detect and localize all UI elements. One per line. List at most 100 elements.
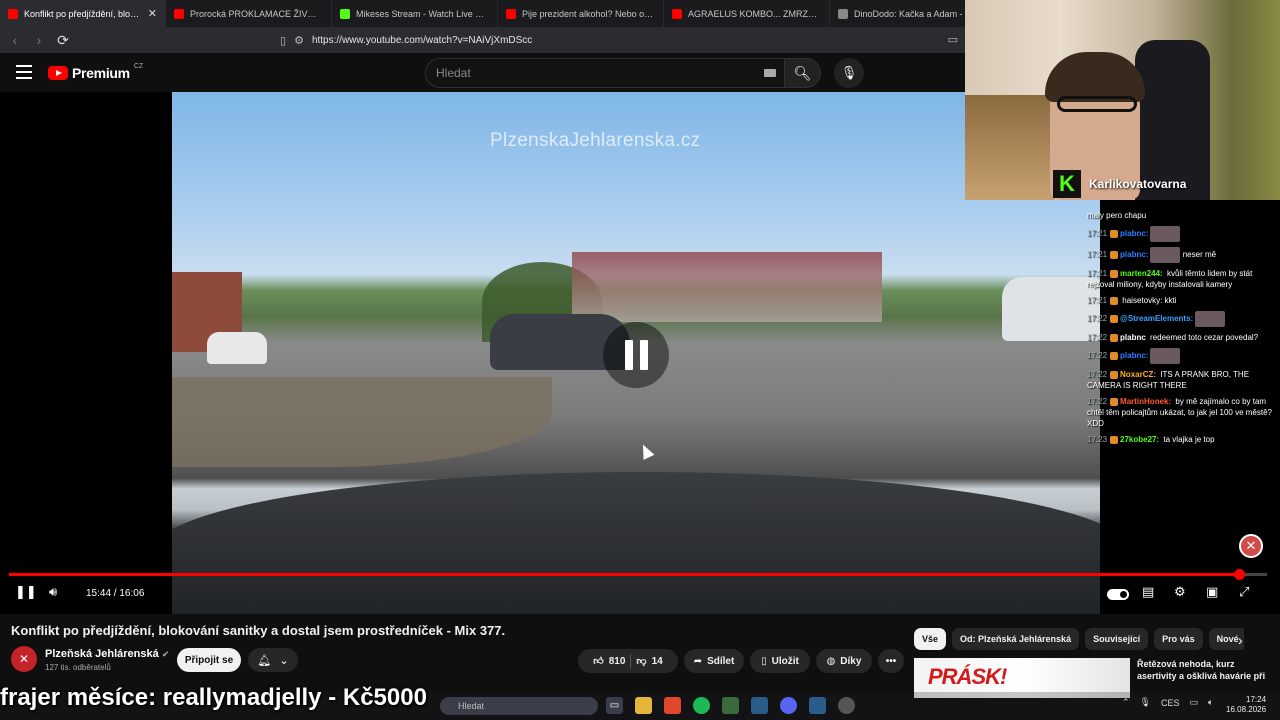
thanks-button[interactable]: ◍ Díky	[816, 649, 872, 673]
discord-icon[interactable]	[780, 697, 797, 714]
settings-app-icon[interactable]	[838, 697, 855, 714]
bookmark-icon[interactable]: ▯	[280, 34, 286, 47]
share-button[interactable]: ➦ Sdílet	[684, 649, 744, 673]
tray-volume-icon[interactable]: 🔈︎	[1208, 697, 1213, 708]
thanks-label: Díky	[840, 655, 862, 667]
app-icon-3[interactable]	[809, 697, 826, 714]
settings-gear-icon[interactable]: ⚙	[1174, 584, 1186, 600]
spotify-icon[interactable]	[693, 697, 710, 714]
file-explorer-icon[interactable]	[635, 697, 652, 714]
filter-chip[interactable]: Od: Plzeňská Jehlárenská	[952, 628, 1080, 650]
chat-message: 17:22 plabnc:	[1087, 348, 1280, 364]
screen-cast-icon[interactable]: ▭	[948, 33, 958, 46]
task-view-icon[interactable]: ▭	[606, 697, 623, 714]
tray-language[interactable]: CES	[1161, 698, 1180, 708]
browser-tab[interactable]: Konflikt po předjíždění, blokov ✕	[0, 0, 166, 27]
search-input[interactable]: Hledat	[425, 58, 785, 88]
channel-avatar[interactable]: ✕	[11, 646, 37, 672]
like-divider	[630, 654, 632, 668]
browser-tab[interactable]: Mikeses Stream - Watch Live on K	[332, 0, 498, 27]
chat-badge-icon	[1110, 435, 1119, 444]
voice-search-button[interactable]: 🎙︎	[834, 58, 864, 88]
thumbs-up-icon[interactable]: 👍︎	[593, 655, 603, 667]
tray-chevron-up-icon[interactable]: ⌃	[1122, 697, 1130, 708]
thanks-icon: ◍	[826, 655, 836, 667]
chevron-right-icon[interactable]: ›	[1238, 632, 1243, 648]
donor-banner: frajer měsíce: reallymadjelly - Kč5000	[0, 684, 427, 711]
video-title: Konflikt po předjíždění, blokování sanit…	[11, 623, 506, 638]
browser-tab[interactable]: Pije prezident alkohol? Nebo omezil	[498, 0, 664, 27]
back-icon[interactable]: ‹	[8, 32, 22, 48]
site-info-icon[interactable]: ⚙	[294, 34, 304, 47]
keyboard-icon[interactable]	[764, 69, 776, 77]
search-icon: 🔍︎	[793, 64, 812, 81]
chat-badge-icon	[1110, 370, 1119, 379]
tray-network-icon[interactable]: ▭	[1190, 697, 1199, 708]
microphone-icon: 🎙︎	[840, 65, 858, 80]
volume-icon[interactable]: 🔊︎	[49, 584, 57, 600]
chat-emote-icon	[1150, 247, 1181, 263]
chat-username[interactable]: plabnc	[1120, 333, 1146, 342]
big-pause-icon[interactable]	[603, 322, 669, 388]
browser-tab[interactable]: Prorocká PROKLAMACE ŽIVOTA. Chv	[166, 0, 332, 27]
tab-close-icon[interactable]: ✕	[148, 7, 157, 20]
bookmark-save-icon: ▯	[761, 655, 767, 667]
clock-date: 16.08.2026	[1226, 705, 1267, 714]
progress-bar[interactable]	[9, 569, 1267, 580]
miniplayer-icon[interactable]: ▣	[1206, 584, 1218, 600]
pause-icon[interactable]: ❚❚	[15, 584, 37, 600]
time-display: 15:44 / 16:06	[86, 588, 145, 599]
more-actions-button[interactable]: •••	[878, 649, 904, 673]
thumbs-down-icon[interactable]: 👎︎	[636, 655, 646, 667]
webcam-chair	[1135, 40, 1210, 200]
youtube-logo[interactable]: Premium CZ	[48, 63, 143, 81]
chat-username[interactable]: plabnc:	[1120, 250, 1148, 259]
fullscreen-icon[interactable]: ⤢	[1239, 584, 1249, 600]
url-field[interactable]: ▯ ⚙ https://www.youtube.com/watch?v=NAiV…	[280, 34, 532, 47]
taskbar-clock[interactable]: 17:24 16.08.2026	[1226, 695, 1266, 715]
bell-icon: 🔔︎	[257, 654, 272, 667]
chat-username[interactable]: plabnc:	[1120, 351, 1148, 360]
app-icon-2[interactable]	[751, 697, 768, 714]
join-button[interactable]: Připojit se	[177, 648, 241, 672]
save-button[interactable]: ▯ Uložit	[750, 649, 810, 673]
taskbar-search-input[interactable]: Hledat	[440, 697, 598, 715]
like-count[interactable]: 810	[609, 656, 626, 667]
autoplay-toggle[interactable]	[1107, 589, 1129, 600]
browser-tab[interactable]: AGRAELUS KOMBO... ZMRZKA A PO	[664, 0, 830, 27]
filter-chip[interactable]: Vše	[914, 628, 947, 650]
filter-chip[interactable]: Pro vás	[1154, 628, 1203, 650]
tab-favicon-icon	[838, 8, 848, 19]
tab-title: Mikeses Stream - Watch Live on K	[356, 8, 489, 19]
dislike-count[interactable]: 14	[652, 656, 663, 667]
webcam-bed	[965, 95, 1055, 200]
chat-emote-icon	[1195, 311, 1226, 327]
search-button[interactable]: 🔍︎	[785, 58, 821, 88]
chat-username[interactable]: marten244:	[1120, 269, 1163, 278]
player-controls: ❚❚ 🔊︎ 15:44 / 16:06 ▤ ⚙ ▣ ⤢	[0, 584, 1280, 606]
channel-name[interactable]: Plzeňská Jehlárenská ✔	[45, 648, 169, 660]
filter-chip[interactable]: Související	[1085, 628, 1149, 650]
chat-text: neser mě	[1182, 250, 1217, 260]
share-icon: ➦	[693, 655, 703, 667]
chat-username[interactable]: 27kobe27:	[1120, 435, 1159, 444]
chat-badge-icon	[1110, 397, 1119, 406]
reload-icon[interactable]: ⟳	[56, 32, 70, 49]
app-icon[interactable]	[722, 697, 739, 714]
subtitles-icon[interactable]: ▤	[1142, 584, 1154, 600]
forward-icon[interactable]: ›	[32, 32, 46, 48]
menu-icon[interactable]	[16, 65, 32, 79]
notification-bell-button[interactable]: 🔔︎ ⌄	[248, 648, 298, 672]
brave-browser-icon[interactable]	[664, 697, 681, 714]
chat-timestamp: 17:22	[1087, 397, 1108, 406]
chat-username[interactable]: @StreamElements:	[1120, 314, 1193, 323]
chat-username[interactable]: NoxarCZ:	[1120, 370, 1156, 379]
chat-message: 17:22 plabnc redeemed toto cezar povedal?	[1087, 332, 1280, 343]
tray-mic-icon[interactable]: 🎙︎	[1140, 697, 1151, 708]
chat-username[interactable]: plabnc:	[1120, 229, 1148, 238]
related-video-title[interactable]: Řetězová nehoda, kurz asertivity a oškli…	[1137, 658, 1267, 682]
chat-timestamp: 17:22	[1087, 351, 1108, 361]
overlay-close-icon[interactable]: ✕	[1239, 534, 1263, 558]
chat-username[interactable]: MartinHonek:	[1120, 397, 1171, 406]
chat-badge-icon	[1110, 251, 1119, 259]
